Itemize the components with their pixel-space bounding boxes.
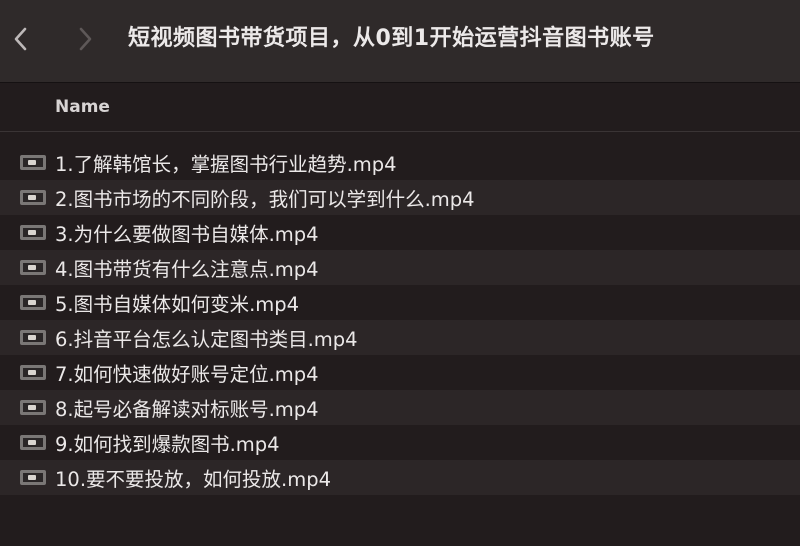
back-button[interactable] <box>6 22 36 56</box>
file-name: 4.图书带货有什么注意点.mp4 <box>55 258 319 281</box>
column-header-name[interactable]: Name <box>55 97 110 117</box>
file-name: 7.如何快速做好账号定位.mp4 <box>55 363 319 386</box>
column-header-row: Name <box>0 83 800 132</box>
toolbar: 短视频图书带货项目，从0到1开始运营抖音图书账号 <box>0 0 800 83</box>
file-row[interactable]: 1.了解韩馆长，掌握图书行业趋势.mp4 <box>0 145 800 180</box>
chevron-right-icon <box>79 27 92 51</box>
video-file-icon <box>20 435 46 450</box>
file-row[interactable]: 5.图书自媒体如何变米.mp4 <box>0 285 800 320</box>
file-name: 3.为什么要做图书自媒体.mp4 <box>55 223 319 246</box>
forward-button[interactable] <box>70 22 100 56</box>
file-row[interactable]: 7.如何快速做好账号定位.mp4 <box>0 355 800 390</box>
file-name: 9.如何找到爆款图书.mp4 <box>55 433 280 456</box>
file-name: 10.要不要投放，如何投放.mp4 <box>55 468 331 491</box>
file-name: 1.了解韩馆长，掌握图书行业趋势.mp4 <box>55 153 397 176</box>
empty-list-area <box>0 495 800 546</box>
video-file-icon <box>20 260 46 275</box>
video-file-icon <box>20 190 46 205</box>
video-file-icon <box>20 400 46 415</box>
file-row[interactable]: 4.图书带货有什么注意点.mp4 <box>0 250 800 285</box>
file-name: 2.图书市场的不同阶段，我们可以学到什么.mp4 <box>55 188 475 211</box>
file-name: 6.抖音平台怎么认定图书类目.mp4 <box>55 328 358 351</box>
video-file-icon <box>20 295 46 310</box>
video-file-icon <box>20 330 46 345</box>
file-row[interactable]: 6.抖音平台怎么认定图书类目.mp4 <box>0 320 800 355</box>
video-file-icon <box>20 470 46 485</box>
chevron-left-icon <box>14 27 27 51</box>
file-list: 1.了解韩馆长，掌握图书行业趋势.mp4 2.图书市场的不同阶段，我们可以学到什… <box>0 145 800 495</box>
video-file-icon <box>20 365 46 380</box>
file-name: 5.图书自媒体如何变米.mp4 <box>55 293 300 316</box>
window-title: 短视频图书带货项目，从0到1开始运营抖音图书账号 <box>128 26 655 51</box>
file-row[interactable]: 8.起号必备解读对标账号.mp4 <box>0 390 800 425</box>
video-file-icon <box>20 155 46 170</box>
finder-window: 短视频图书带货项目，从0到1开始运营抖音图书账号 Name 1.了解韩馆长，掌握… <box>0 0 800 546</box>
file-row[interactable]: 2.图书市场的不同阶段，我们可以学到什么.mp4 <box>0 180 800 215</box>
video-file-icon <box>20 225 46 240</box>
file-row[interactable]: 10.要不要投放，如何投放.mp4 <box>0 460 800 495</box>
file-row[interactable]: 9.如何找到爆款图书.mp4 <box>0 425 800 460</box>
file-row[interactable]: 3.为什么要做图书自媒体.mp4 <box>0 215 800 250</box>
file-name: 8.起号必备解读对标账号.mp4 <box>55 398 319 421</box>
